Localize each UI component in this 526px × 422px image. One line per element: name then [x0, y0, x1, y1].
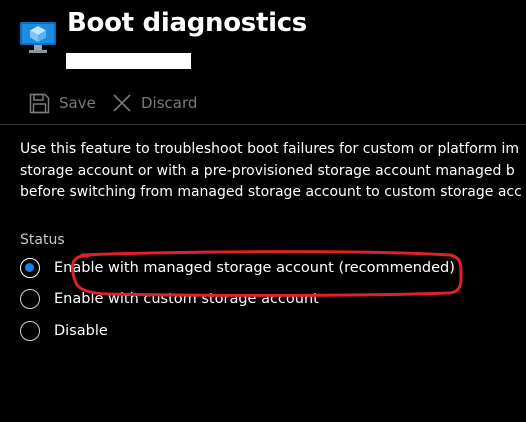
close-icon [113, 94, 131, 112]
toolbar-divider [0, 124, 526, 125]
discard-label: Discard [141, 94, 198, 112]
page-header: Boot diagnostics [0, 0, 526, 76]
command-bar: Save Discard [0, 86, 526, 120]
radio-label-disable: Disable [54, 323, 108, 339]
description-line: before switching from managed storage ac… [20, 184, 522, 200]
virtual-machine-icon [20, 22, 56, 53]
redacted-subtitle [66, 53, 191, 69]
radio-dot [25, 263, 34, 272]
description-line: storage account or with a pre-provisione… [20, 162, 515, 179]
feature-description: Use this feature to troubleshoot boot fa… [20, 139, 526, 204]
radio-button[interactable] [20, 321, 40, 341]
page-title: Boot diagnostics [67, 8, 307, 38]
discard-button[interactable]: Discard [112, 86, 197, 120]
radio-button[interactable] [20, 289, 40, 309]
status-label: Status [20, 232, 65, 248]
save-button[interactable]: Save [29, 86, 96, 120]
radio-disable[interactable]: Disable [20, 318, 500, 344]
save-icon [29, 93, 50, 113]
annotation-highlight-ring [70, 250, 463, 297]
description-line: Use this feature to troubleshoot boot fa… [20, 141, 519, 157]
save-label: Save [59, 94, 96, 112]
radio-button-selected[interactable] [20, 258, 40, 278]
